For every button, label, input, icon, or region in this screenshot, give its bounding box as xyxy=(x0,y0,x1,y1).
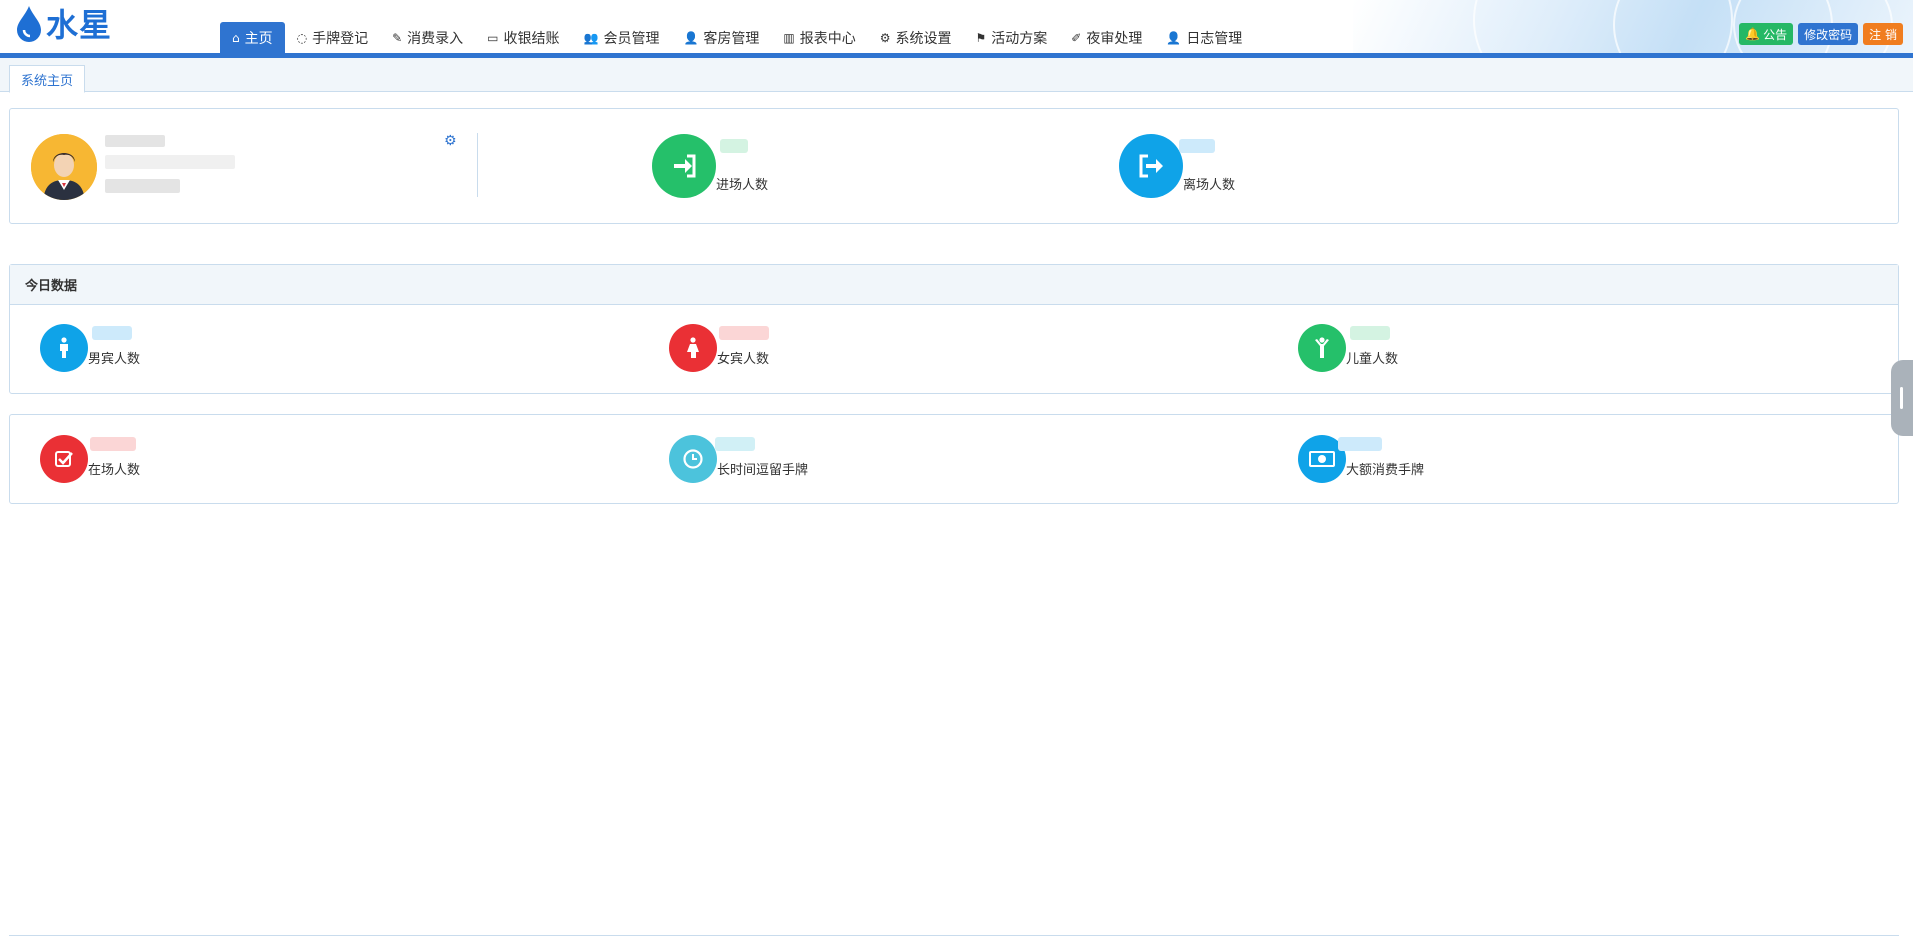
app-logo-text: 水星 xyxy=(46,6,113,44)
nav-item-night-audit[interactable]: ✐ 夜审处理 xyxy=(1059,22,1154,54)
side-panel-handle[interactable] xyxy=(1891,360,1913,436)
nav-item-label: 手牌登记 xyxy=(312,31,369,47)
nav-item-label: 日志管理 xyxy=(1186,31,1243,47)
big-spend-count-redacted xyxy=(1338,437,1382,451)
refresh-icon: ◌ xyxy=(296,31,308,45)
profile-divider xyxy=(477,133,478,197)
today-data-title: 今日数据 xyxy=(10,265,1898,305)
top-bar: 水星 ⌂ 主页 ◌ 手牌登记 ✎ 消费录入 ▭ 收银结账 👥 会员管理 👤 客房… xyxy=(0,0,1913,58)
nav-item-label: 报表中心 xyxy=(799,31,856,47)
sign-in-icon xyxy=(652,134,716,198)
notice-label: 公告 xyxy=(1763,27,1788,42)
tab-system-home[interactable]: 系统主页 xyxy=(9,65,86,93)
bar-chart-icon: ▥ xyxy=(783,31,795,45)
notice-button[interactable]: 🔔 公告 xyxy=(1739,23,1794,45)
nav-item-label: 收银结账 xyxy=(503,31,560,47)
female-stat: 女宾人数 xyxy=(669,324,769,372)
flag-icon: ⚑ xyxy=(975,31,987,45)
onsite-stat: 在场人数 xyxy=(40,435,140,483)
male-icon xyxy=(40,324,88,372)
nav-item-label: 客房管理 xyxy=(703,31,760,47)
bell-icon: 🔔 xyxy=(1745,27,1761,41)
edit-icon: ✎ xyxy=(392,31,403,45)
redacted-info xyxy=(105,179,180,193)
nav-item-reports[interactable]: ▥ 报表中心 xyxy=(771,22,867,54)
nav-item-activities[interactable]: ⚑ 活动方案 xyxy=(964,22,1060,54)
water-drop-icon xyxy=(17,6,41,42)
nav-item-members[interactable]: 👥 会员管理 xyxy=(572,22,672,54)
onsite-label: 在场人数 xyxy=(88,463,141,478)
app-logo: 水星 xyxy=(14,2,112,44)
nav-item-home[interactable]: ⌂ 主页 xyxy=(220,22,285,54)
nav-item-label: 活动方案 xyxy=(991,31,1048,47)
exit-label: 离场人数 xyxy=(1183,178,1236,193)
redacted-username xyxy=(105,135,165,147)
nav-item-label: 系统设置 xyxy=(895,31,952,47)
long-stay-stat: 长时间逗留手牌 xyxy=(669,435,808,483)
footer-divider xyxy=(9,935,1899,936)
users-icon: 👥 xyxy=(583,31,599,45)
female-icon xyxy=(669,324,717,372)
logout-button[interactable]: 注 销 xyxy=(1863,23,1903,45)
tab-bar: 系统主页 xyxy=(0,58,1913,93)
nav-item-logs[interactable]: 👤 日志管理 xyxy=(1154,22,1254,54)
nav-item-label: 夜审处理 xyxy=(1086,31,1143,47)
nav-item-label: 主页 xyxy=(244,31,273,47)
top-actions: 🔔 公告 修改密码 注 销 xyxy=(1739,23,1903,45)
exit-stat: 离场人数 xyxy=(1119,134,1235,198)
status-panel: 在场人数 长时间逗留手牌 大额消费手牌 xyxy=(9,414,1899,504)
entry-count-redacted xyxy=(720,139,748,153)
male-stat: 男宾人数 xyxy=(40,324,140,372)
avatar xyxy=(31,134,97,200)
nav-item-settings[interactable]: ⚙ 系统设置 xyxy=(868,22,964,54)
male-label: 男宾人数 xyxy=(88,352,141,367)
redacted-role xyxy=(105,155,235,169)
child-icon xyxy=(1298,324,1346,372)
user-icon: 👤 xyxy=(1166,31,1182,45)
main-nav: ⌂ 主页 ◌ 手牌登记 ✎ 消费录入 ▭ 收银结账 👥 会员管理 👤 客房管理 … xyxy=(220,22,1254,54)
magic-wand-icon: ✐ xyxy=(1071,31,1082,45)
check-square-icon xyxy=(40,435,88,483)
entry-label: 进场人数 xyxy=(716,178,769,193)
change-password-button[interactable]: 修改密码 xyxy=(1798,23,1859,45)
nav-item-consumption-entry[interactable]: ✎ 消费录入 xyxy=(380,22,475,54)
big-spend-stat: 大额消费手牌 xyxy=(1298,435,1424,483)
clock-icon xyxy=(669,435,717,483)
child-count-redacted xyxy=(1350,326,1390,340)
entry-stat: 进场人数 xyxy=(652,134,768,198)
nav-item-checkout[interactable]: ▭ 收银结账 xyxy=(475,22,571,54)
child-label: 儿童人数 xyxy=(1346,352,1399,367)
long-stay-count-redacted xyxy=(715,437,755,451)
home-icon: ⌂ xyxy=(232,31,240,45)
nav-item-wristband-register[interactable]: ◌ 手牌登记 xyxy=(285,22,380,54)
gear-icon: ⚙ xyxy=(879,31,891,45)
child-stat: 儿童人数 xyxy=(1298,324,1398,372)
long-stay-label: 长时间逗留手牌 xyxy=(717,463,809,478)
female-count-redacted xyxy=(719,326,769,340)
big-spend-label: 大额消费手牌 xyxy=(1346,463,1425,478)
onsite-count-redacted xyxy=(90,437,136,451)
today-data-panel: 今日数据 男宾人数 女宾人数 儿童人数 xyxy=(9,264,1899,394)
user-icon: 👤 xyxy=(683,31,699,45)
user-avatar-icon xyxy=(31,134,97,200)
profile-settings-icon[interactable]: ⚙ xyxy=(444,133,457,149)
sign-out-icon xyxy=(1119,134,1183,198)
nav-item-label: 消费录入 xyxy=(407,31,464,47)
exit-count-redacted xyxy=(1179,139,1215,153)
profile-panel: ⚙ 进场人数 离场人数 xyxy=(9,108,1899,224)
female-label: 女宾人数 xyxy=(717,352,770,367)
male-count-redacted xyxy=(92,326,132,340)
credit-card-icon: ▭ xyxy=(487,31,499,45)
nav-item-rooms[interactable]: 👤 客房管理 xyxy=(671,22,771,54)
nav-item-label: 会员管理 xyxy=(603,31,660,47)
